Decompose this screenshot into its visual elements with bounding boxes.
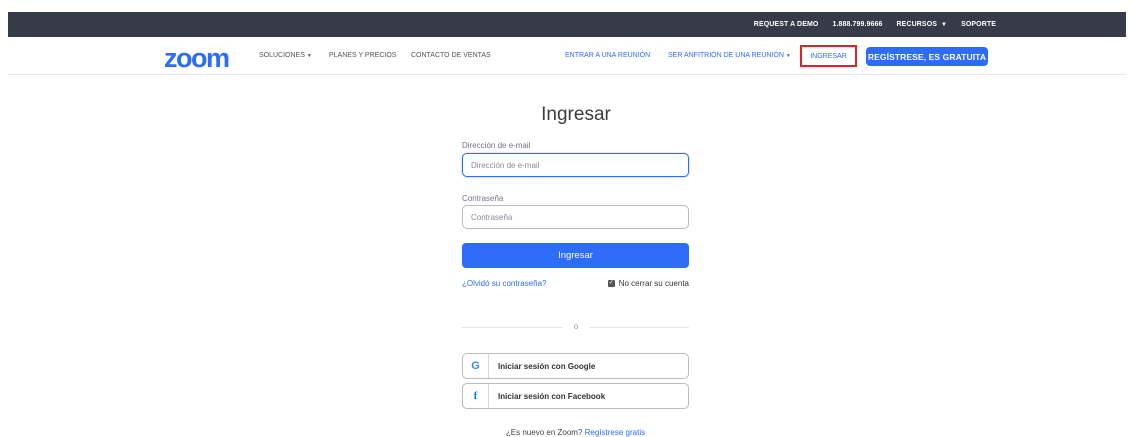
nav-contacto-ventas[interactable]: CONTACTO DE VENTAS <box>411 52 491 59</box>
google-icon: G <box>463 354 489 378</box>
new-user-prefix: ¿Es nuevo en Zoom? <box>505 428 583 437</box>
chevron-down-icon: ▼ <box>941 22 948 28</box>
google-sign-in-label: Iniciar sesión con Google <box>498 361 596 371</box>
stay-signed-in-label: No cerrar su cuenta <box>618 279 689 288</box>
phone-number: 1.888.799.9666 <box>832 21 883 28</box>
password-field[interactable] <box>462 205 689 229</box>
soporte-link[interactable]: SOPORTE <box>961 21 996 28</box>
nav-host-label: SER ANFITRIÓN DE UNA REUNIÓN <box>668 52 784 59</box>
recursos-label: RECURSOS <box>896 21 938 28</box>
nav-planes-precios[interactable]: PLANES Y PRECIOS <box>329 52 396 59</box>
nav-sign-in[interactable]: INGRESAR <box>800 45 857 67</box>
chevron-down-icon: ▼ <box>785 53 791 59</box>
email-label: Dirección de e-mail <box>462 141 531 150</box>
google-sign-in-button[interactable]: G Iniciar sesión con Google <box>462 353 689 379</box>
facebook-icon: f <box>463 384 489 408</box>
recursos-menu[interactable]: RECURSOS ▼ <box>897 21 948 28</box>
facebook-sign-in-label: Iniciar sesión con Facebook <box>498 391 606 401</box>
divider-right <box>590 327 689 328</box>
nav-host-meeting[interactable]: SER ANFITRIÓN DE UNA REUNIÓN ▼ <box>668 52 791 59</box>
facebook-sign-in-button[interactable]: f Iniciar sesión con Facebook <box>462 383 689 409</box>
nav-join-meeting[interactable]: ENTRAR A UNA REUNIÓN <box>565 52 650 59</box>
top-bar: REQUEST A DEMO 1.888.799.9666 RECURSOS ▼ … <box>8 12 1126 37</box>
stay-signed-in-checkbox[interactable]: ✓ <box>607 280 615 287</box>
page-title: Ingresar <box>541 104 611 125</box>
nav-soluciones[interactable]: SOLUCIONES ▼ <box>259 52 312 59</box>
top-bar-links: REQUEST A DEMO 1.888.799.9666 RECURSOS ▼ … <box>754 12 996 37</box>
divider-left <box>462 327 562 328</box>
sign-in-button[interactable]: Ingresar <box>462 243 689 268</box>
stay-signed-in[interactable]: ✓ No cerrar su cuenta <box>607 279 689 288</box>
chevron-down-icon: ▼ <box>306 53 312 59</box>
zoom-logo[interactable]: zoom <box>164 44 230 72</box>
request-demo-link[interactable]: REQUEST A DEMO <box>754 21 819 28</box>
register-free-link[interactable]: Regístrese gratis <box>585 428 645 437</box>
new-user-text: ¿Es nuevo en Zoom? Regístrese gratis <box>462 428 689 437</box>
signup-button[interactable]: REGÍSTRESE, ES GRATUITA <box>866 47 988 66</box>
forgot-password-link[interactable]: ¿Olvidó su contraseña? <box>462 279 547 288</box>
email-field[interactable] <box>462 153 689 177</box>
nav-soluciones-label: SOLUCIONES <box>259 52 305 59</box>
password-label: Contraseña <box>462 194 504 203</box>
divider-text: o <box>573 322 579 331</box>
